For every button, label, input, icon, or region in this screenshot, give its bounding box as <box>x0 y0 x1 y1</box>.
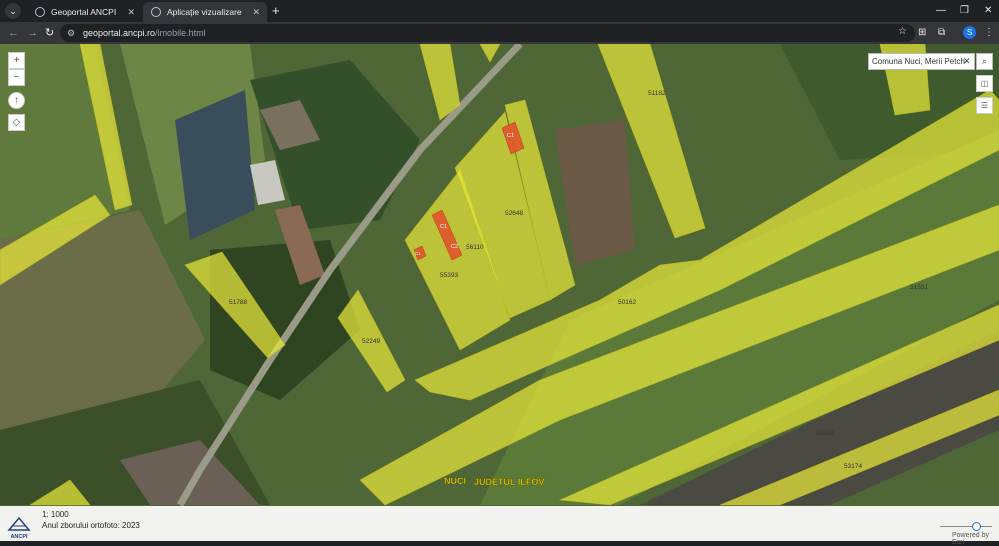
site-info-tune-icon[interactable]: ⚙ <box>67 27 75 39</box>
tab-geoportal[interactable]: Geoportal ANCPI ✕ <box>27 2 142 22</box>
search-icon[interactable]: ⌕ <box>976 53 993 70</box>
translate-icon[interactable]: ⊞ <box>918 26 926 40</box>
globe-icon <box>151 7 161 17</box>
kebab-menu-icon[interactable]: ⋮ <box>984 26 994 40</box>
browser-tab-bar: ⌄ Geoportal ANCPI ✕ Aplicație vizualizar… <box>0 0 999 37</box>
zoom-out-button[interactable]: − <box>8 69 25 86</box>
county-label: JUDEȚUL ILFOV <box>474 477 544 487</box>
building-label: C1 <box>507 133 514 139</box>
address-bar[interactable]: ⚙ geoportal.ancpi.ro/imobile.html ☆ <box>60 24 915 42</box>
opacity-slider-handle[interactable] <box>972 522 981 531</box>
back-arrow-icon[interactable]: ← <box>8 25 19 41</box>
minimize-icon[interactable]: — <box>936 3 946 19</box>
north-arrow-icon[interactable]: ↑ <box>8 92 25 109</box>
opacity-slider-track[interactable] <box>940 526 992 527</box>
building-label: C1 <box>440 224 447 230</box>
orthophoto-year: Anul zborului ortofoto: 2023 <box>42 521 140 530</box>
restore-icon[interactable]: ❐ <box>960 3 969 19</box>
url-text[interactable]: geoportal.ancpi.ro/imobile.html <box>83 24 206 42</box>
url-domain: geoportal.ancpi.ro <box>83 28 156 38</box>
orthophoto-map[interactable]: 51182 52648 56110 55393 51788 52249 5016… <box>0 44 999 506</box>
bookmark-star-icon[interactable]: ☆ <box>898 26 907 37</box>
tab-imobile[interactable]: Aplicație vizualizare imobile ✕ <box>143 2 267 37</box>
powered-by-esri[interactable]: Powered by Esri <box>952 532 999 546</box>
logo-text: ANCPI <box>10 534 28 540</box>
tab-search-chevron-down-icon[interactable]: ⌄ <box>5 3 21 19</box>
list-icon[interactable]: ☰ <box>976 97 993 114</box>
parcel-label: 53174 <box>844 463 862 470</box>
parcel-label: 55393 <box>440 272 458 279</box>
building-label: C1 <box>415 251 421 256</box>
tab-geoportal-title: Geoportal ANCPI <box>51 7 117 17</box>
parcel-label: 51182 <box>648 90 666 97</box>
locate-icon[interactable]: ◇ <box>8 114 25 131</box>
address-search-input[interactable]: Comuna Nuci, Merii Petch <box>868 53 975 70</box>
search-clear-close-icon[interactable]: ✕ <box>963 54 971 69</box>
url-path: /imobile.html <box>155 28 206 38</box>
parcel-label: 51788 <box>229 299 247 306</box>
new-tab-plus-icon[interactable]: + <box>272 3 280 19</box>
layers-icon[interactable]: ◫ <box>976 75 993 92</box>
profile-avatar[interactable]: S <box>963 26 976 39</box>
map-view[interactable]: 51182 52648 56110 55393 51788 52249 5016… <box>0 44 999 506</box>
window-close-icon[interactable]: ✕ <box>984 3 992 19</box>
map-footer: ANCPI 1: 1000 Anul zborului ortofoto: 20… <box>0 506 999 546</box>
scale-text: 1: 1000 <box>42 510 69 519</box>
parcel-label: 51551 <box>910 284 928 291</box>
parcel-label: 50162 <box>618 299 636 306</box>
parcel-label: 52249 <box>362 338 380 345</box>
parcel-label: 51552 <box>816 430 834 437</box>
tab-close-icon[interactable]: ✕ <box>252 2 260 22</box>
ancpi-logo: ANCPI <box>7 516 31 540</box>
forward-arrow-icon[interactable]: → <box>27 25 38 41</box>
town-label: NUCI <box>444 476 466 486</box>
parcel-label: 56110 <box>466 244 484 251</box>
parcel-label: 52648 <box>505 210 523 217</box>
building-label: C2 <box>451 244 458 250</box>
extensions-puzzle-icon[interactable]: ⧉ <box>938 26 945 40</box>
browser-toolbar: ← → ↻ ⚙ geoportal.ancpi.ro/imobile.html … <box>0 22 999 44</box>
zoom-in-button[interactable]: + <box>8 52 25 69</box>
reload-icon[interactable]: ↻ <box>45 25 54 41</box>
tab-close-icon[interactable]: ✕ <box>127 2 135 22</box>
globe-icon <box>35 7 45 17</box>
